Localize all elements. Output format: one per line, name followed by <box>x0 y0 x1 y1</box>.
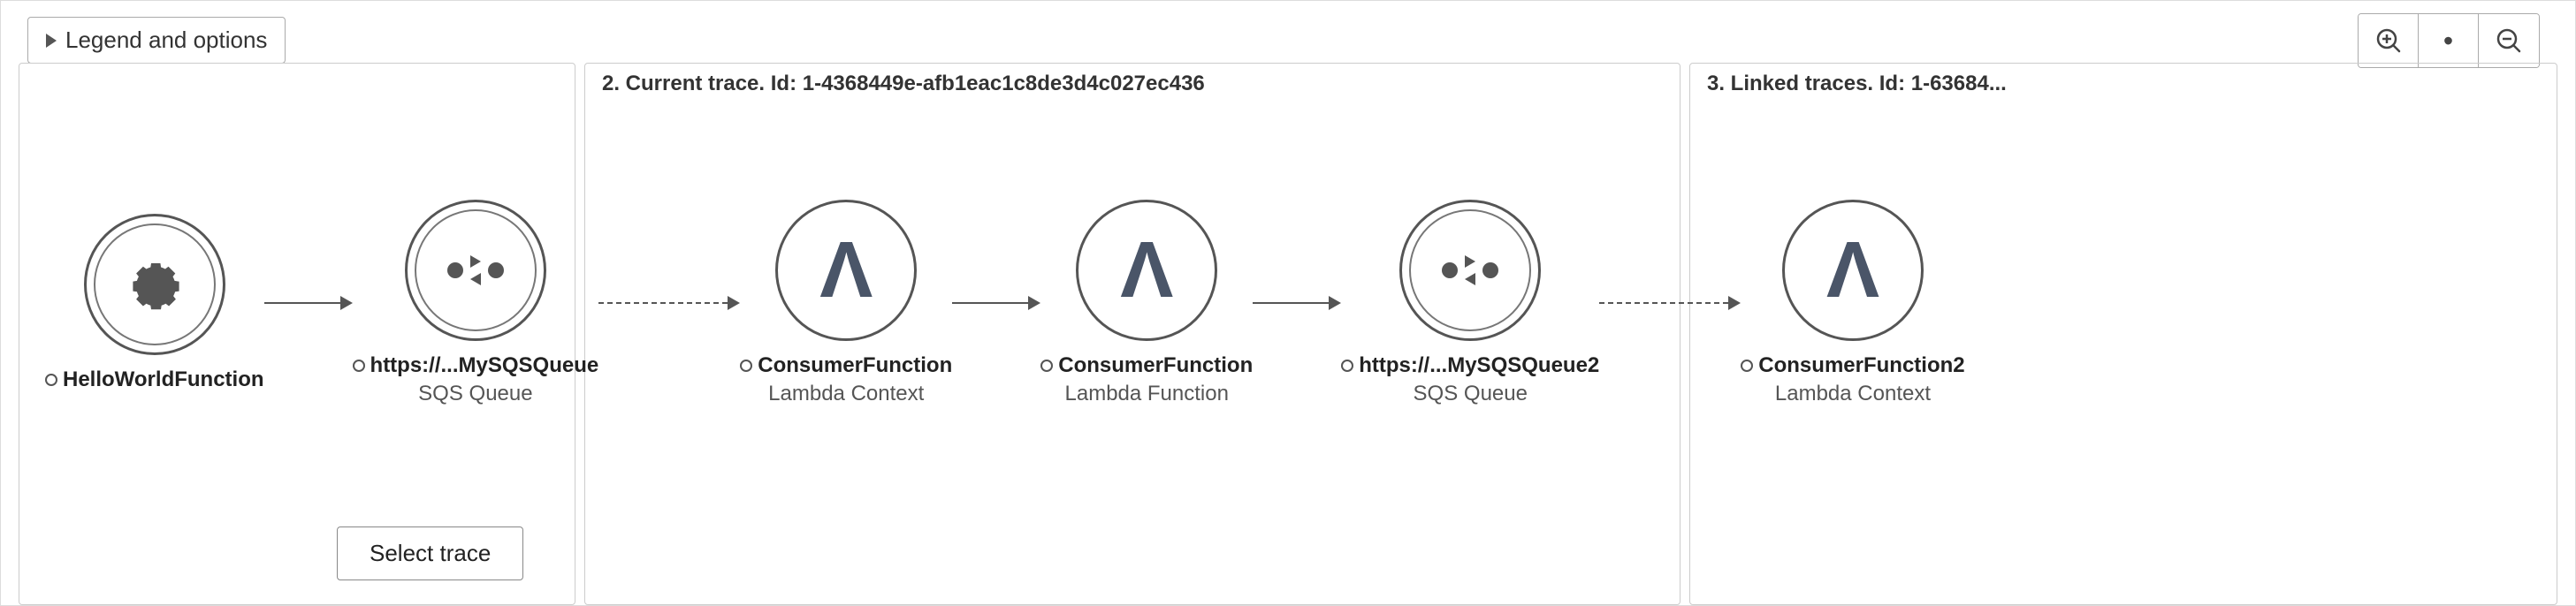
node-consumer-fn-2b-sub: Lambda Context <box>1741 382 1964 406</box>
nodes-row: HelloWorldFunction <box>45 200 1965 406</box>
sqs-icon <box>447 255 504 285</box>
connector-arrow-1 <box>264 296 353 310</box>
node-sqs-queue-2-circle <box>1399 200 1541 341</box>
gear-icon <box>119 249 190 320</box>
node-consumer-fn-1-sub: Lambda Context <box>740 382 952 406</box>
node-status-dot <box>1741 360 1753 372</box>
lambda-icon: Λ <box>1826 231 1879 310</box>
linked-traces-label: 3. Linked traces. Id: 1-63684... <box>1707 72 2007 96</box>
node-consumer-fn-2-circle: Λ <box>1076 200 1217 341</box>
node-status-dot <box>740 360 752 372</box>
node-consumer-fn-2-label: ConsumerFunction Lambda Function <box>1040 353 1253 406</box>
node-consumer-fn-1-name: ConsumerFunction <box>758 353 952 378</box>
zoom-in-icon <box>2376 28 2401 53</box>
node-consumer-fn-2b-circle: Λ <box>1782 200 1924 341</box>
current-trace-label: 2. Current trace. Id: 1-4368449e-afb1eac… <box>602 72 1205 96</box>
main-container: Legend and options • 2. Curr <box>0 0 2576 606</box>
node-sqs-queue-2-name: https://...MySQSQueue2 <box>1359 353 1599 378</box>
zoom-reset-button[interactable]: • <box>2419 14 2479 67</box>
connector-arrow-2 <box>952 296 1040 310</box>
node-status-dot <box>1341 360 1353 372</box>
node-consumer-fn-1-circle: Λ <box>775 200 917 341</box>
node-consumer-fn-2b: Λ ConsumerFunction2 Lambda Context <box>1741 200 1964 406</box>
node-consumer-fn-1: Λ ConsumerFunction Lambda Context <box>740 200 952 406</box>
node-consumer-fn-2-name: ConsumerFunction <box>1058 353 1253 378</box>
node-sqs-queue-1-label: https://...MySQSQueue SQS Queue <box>353 353 599 406</box>
select-trace-button[interactable]: Select trace <box>337 526 523 580</box>
node-sqs-queue-1-name: https://...MySQSQueue <box>370 353 599 378</box>
node-consumer-fn-2b-name: ConsumerFunction2 <box>1758 353 1964 378</box>
node-status-dot <box>1040 360 1053 372</box>
legend-label: Legend and options <box>65 27 267 54</box>
node-hello-world: HelloWorldFunction <box>45 214 264 392</box>
node-consumer-fn-2b-label: ConsumerFunction2 Lambda Context <box>1741 353 1964 406</box>
lambda-icon: Λ <box>1120 231 1173 310</box>
connector-dashed-2 <box>1599 296 1741 310</box>
node-consumer-fn-1-label: ConsumerFunction Lambda Context <box>740 353 952 406</box>
node-consumer-fn-2-sub: Lambda Function <box>1040 382 1253 406</box>
zoom-out-icon <box>2496 28 2521 53</box>
node-sqs-queue-2: https://...MySQSQueue2 SQS Queue <box>1341 200 1599 406</box>
legend-options-button[interactable]: Legend and options <box>27 17 286 64</box>
connector-arrow-3 <box>1253 296 1341 310</box>
connector-dashed-1 <box>598 296 740 310</box>
node-consumer-fn-2: Λ ConsumerFunction Lambda Function <box>1040 200 1253 406</box>
node-hello-world-name: HelloWorldFunction <box>63 367 264 392</box>
node-sqs-queue-2-label: https://...MySQSQueue2 SQS Queue <box>1341 353 1599 406</box>
zoom-controls: • <box>2358 13 2540 68</box>
node-hello-world-circle <box>84 214 225 355</box>
zoom-out-button[interactable] <box>2479 14 2539 67</box>
node-status-dot <box>45 374 57 386</box>
zoom-dot-icon: • <box>2443 25 2453 57</box>
expand-icon <box>46 34 57 48</box>
zoom-in-button[interactable] <box>2359 14 2419 67</box>
node-hello-world-label: HelloWorldFunction <box>45 367 264 392</box>
lambda-icon: Λ <box>819 231 873 310</box>
node-sqs-queue-1-circle <box>405 200 546 341</box>
node-status-dot <box>353 360 365 372</box>
node-sqs-queue-1: https://...MySQSQueue SQS Queue <box>353 200 599 406</box>
sqs-icon-2 <box>1442 255 1498 285</box>
node-sqs-queue-2-sub: SQS Queue <box>1341 382 1599 406</box>
node-sqs-queue-1-sub: SQS Queue <box>353 382 599 406</box>
